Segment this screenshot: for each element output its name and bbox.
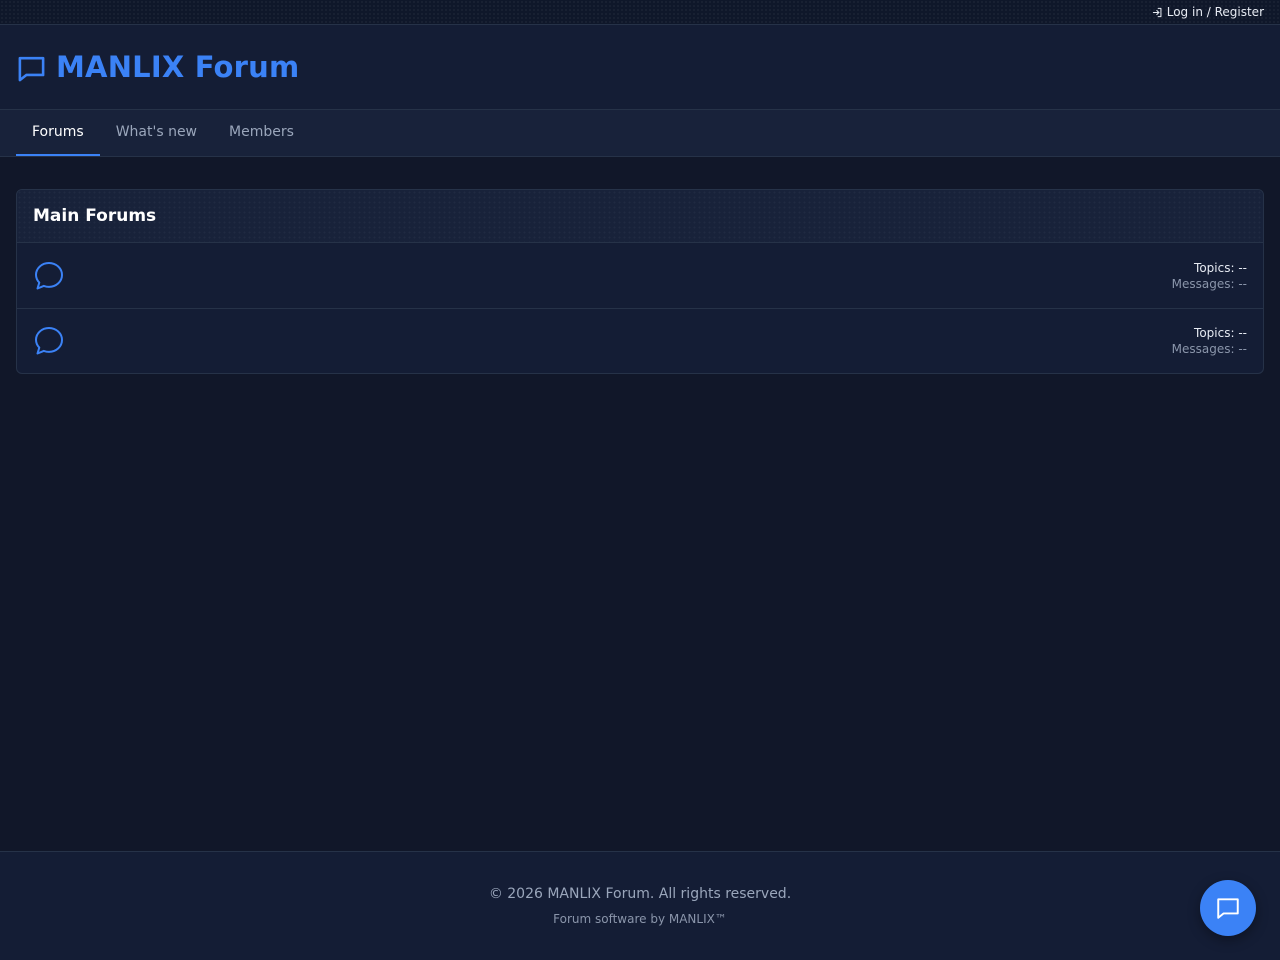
site-header: MANLIX Forum [0,25,1280,110]
category-title: Main Forums [33,206,157,226]
tab-whats-new-label: What's new [115,124,198,140]
main-content: Main Forums Topics: -- Messages: -- Topi… [0,157,1280,374]
login-register-label: Log in / Register [1166,5,1264,19]
copyright-text: © 2026 MANLIX Forum. All rights reserved… [488,886,792,902]
chat-bubble-icon [18,56,45,81]
chat-icon [1217,898,1239,919]
category-header: Main Forums [17,190,1263,243]
forum-row[interactable]: Topics: -- Messages: -- [17,308,1263,373]
tab-whats-new[interactable]: What's new [100,110,213,156]
tab-members[interactable]: Members [213,110,310,156]
login-register-link[interactable]: Log in / Register [1152,5,1264,19]
tab-members-label: Members [229,124,294,140]
site-title: MANLIX Forum [56,50,300,84]
page: Log in / Register MANLIX Forum Forums Wh… [0,0,1280,960]
chat-bubble-icon [33,325,65,357]
messages-count: Messages: -- [1171,276,1247,291]
topics-count: Topics: -- [1194,260,1247,275]
main-nav: Forums What's new Members [0,110,1280,157]
chat-bubble-icon [33,260,65,292]
forum-row[interactable]: Topics: -- Messages: -- [17,243,1263,308]
site-footer: © 2026 MANLIX Forum. All rights reserved… [0,851,1280,960]
software-credit: Forum software by MANLIX™ [553,912,727,926]
forum-stats: Topics: -- Messages: -- [1172,325,1247,357]
topics-count: Topics: -- [1194,326,1247,340]
messages-count: Messages: -- [1171,342,1247,356]
forum-category-block: Main Forums Topics: -- Messages: -- Topi… [16,189,1264,374]
top-bar: Log in / Register [0,0,1280,25]
login-icon [1152,7,1162,17]
site-brand[interactable]: MANLIX Forum [16,50,299,84]
tab-forums-label: Forums [32,124,84,140]
forum-stats: Topics: -- Messages: -- [1172,260,1247,292]
tab-forums[interactable]: Forums [16,110,100,156]
chat-button[interactable] [1200,880,1256,936]
